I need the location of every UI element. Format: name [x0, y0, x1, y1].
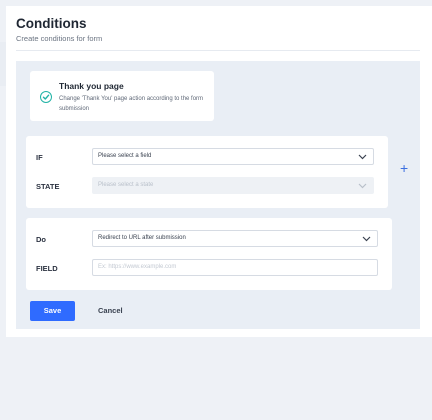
if-condition-card: IF Please select a field STATE Please se… [26, 136, 388, 208]
header-divider [16, 50, 420, 51]
action-select-value: Redirect to URL after submission [98, 235, 186, 241]
page-title: Conditions [16, 16, 87, 31]
state-select[interactable]: Please select a state [92, 177, 374, 194]
chevron-down-icon [358, 154, 367, 160]
page-subtitle: Create conditions for form [16, 34, 103, 43]
check-circle-icon [40, 91, 52, 103]
chevron-down-icon [358, 183, 367, 189]
chevron-down-icon [362, 236, 371, 242]
state-select-value: Please select a state [98, 182, 154, 188]
action-select[interactable]: Redirect to URL after submission [92, 230, 378, 247]
url-input[interactable]: Ex: https://www.example.com [92, 259, 378, 276]
do-action-card: Do Redirect to URL after submission FIEL… [26, 218, 392, 290]
thankyou-title: Thank you page [59, 81, 124, 91]
conditions-body: Thank you page Change 'Thank You' page a… [16, 61, 420, 329]
save-button[interactable]: Save [30, 301, 75, 321]
if-label: IF [36, 153, 43, 162]
field-select[interactable]: Please select a field [92, 148, 374, 165]
thankyou-card[interactable]: Thank you page Change 'Thank You' page a… [30, 71, 214, 121]
thankyou-description: Change 'Thank You' page action according… [59, 96, 204, 112]
conditions-panel: Conditions Create conditions for form Th… [6, 6, 432, 337]
field-label: FIELD [36, 264, 58, 273]
url-input-placeholder: Ex: https://www.example.com [98, 264, 177, 270]
cancel-button[interactable]: Cancel [98, 301, 123, 321]
field-select-value: Please select a field [98, 153, 152, 159]
plus-icon[interactable]: + [400, 161, 408, 175]
state-label: STATE [36, 182, 60, 191]
do-label: Do [36, 235, 46, 244]
